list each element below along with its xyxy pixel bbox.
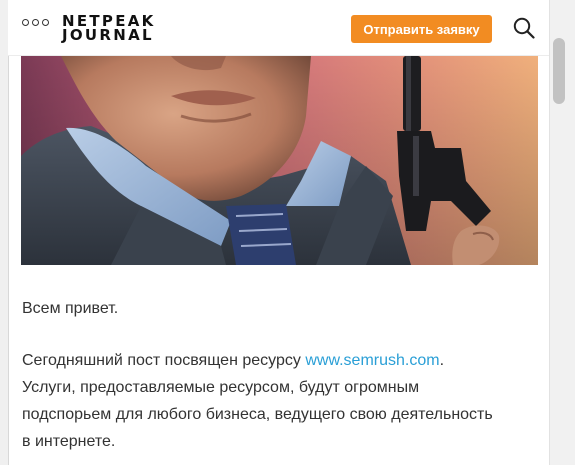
intro-line-3: подспорьем для любого бизнеса, ведущего …	[22, 406, 493, 423]
intro-text: Сегодняшний пост посвящен ресурсу	[22, 352, 306, 369]
greeting-paragraph: Всем привет.	[22, 300, 119, 317]
site-header: NETPEAK JOURNAL Отправить заявку	[8, 0, 549, 56]
window-left-edge	[0, 0, 9, 465]
intro-line-2: Услуги, предоставляемые ресурсом, будут …	[22, 379, 420, 396]
intro-line-4: в интернете.	[22, 433, 116, 450]
intro-period: .	[439, 352, 445, 369]
more-dots-icon[interactable]	[22, 19, 49, 26]
search-icon[interactable]	[513, 17, 535, 39]
semrush-link[interactable]: www.semrush.com	[305, 352, 439, 369]
submit-request-button[interactable]: Отправить заявку	[351, 15, 492, 43]
site-logo[interactable]: NETPEAK JOURNAL	[62, 14, 156, 44]
intro-paragraph: Сегодняшний пост посвящен ресурсу www.se…	[22, 347, 542, 455]
logo-line-2: JOURNAL	[62, 26, 154, 44]
scrollbar-thumb[interactable]	[553, 38, 565, 104]
agent-with-pistol-illustration	[21, 56, 538, 265]
article-hero-image	[21, 56, 538, 265]
article-body: Всем привет. Сегодняшний пост посвящен р…	[22, 295, 542, 455]
vertical-scrollbar[interactable]	[549, 0, 575, 465]
